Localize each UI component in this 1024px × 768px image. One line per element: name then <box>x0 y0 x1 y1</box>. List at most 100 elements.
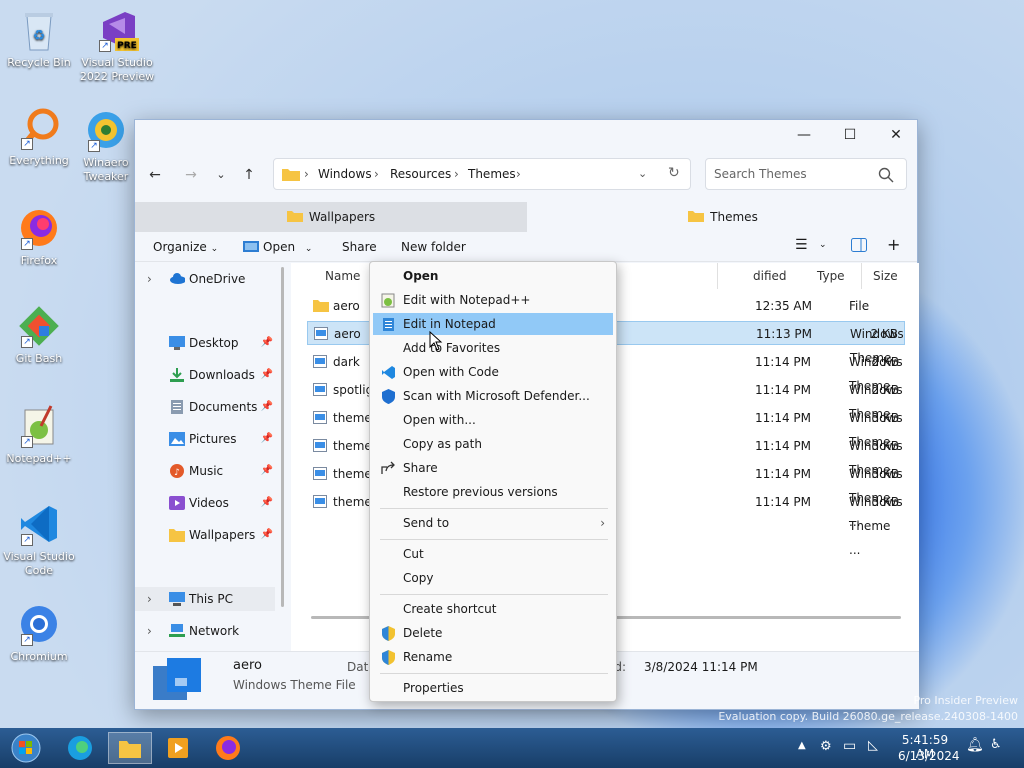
shortcut-arrow-icon: ↗ <box>88 140 100 152</box>
forward-button[interactable]: → <box>179 164 203 186</box>
menu-item-edit-with-notepad-plus-plus[interactable]: Edit with Notepad++ <box>373 289 613 311</box>
desktop-icon-visual-studio-code[interactable]: ↗ Visual Studio Code <box>0 502 78 578</box>
breadcrumb-separator-icon: › <box>374 167 379 181</box>
new-folder-button[interactable]: New folder <box>401 240 466 254</box>
clock-date[interactable]: 6/13/2024 <box>898 749 960 763</box>
tab-wallpapers[interactable]: Wallpapers <box>135 202 527 232</box>
maximize-button[interactable]: ☐ <box>827 124 873 146</box>
file-size: 3 KB <box>871 467 899 481</box>
chevron-right-icon[interactable]: › <box>147 587 152 611</box>
sidebar-item-pictures[interactable]: Pictures 📌 <box>135 427 275 451</box>
menu-item-label: Cut <box>403 547 424 561</box>
menu-item-copy[interactable]: Copy <box>373 567 613 589</box>
menu-item-edit-in-notepad[interactable]: Edit in Notepad <box>373 313 613 335</box>
share-button[interactable]: Share <box>342 240 377 254</box>
menu-item-cut[interactable]: Cut <box>373 543 613 565</box>
column-header-size[interactable]: Size <box>873 269 898 283</box>
sidebar-item-desktop[interactable]: Desktop 📌 <box>135 331 275 355</box>
add-icon[interactable]: + <box>887 235 900 254</box>
view-list-icon[interactable]: ☰ <box>795 237 808 253</box>
menu-item-scan-with-defender[interactable]: Scan with Microsoft Defender... <box>373 385 613 407</box>
settings-icon[interactable]: ⚙ <box>820 739 832 754</box>
back-button[interactable]: ← <box>143 164 167 186</box>
address-bar[interactable]: › Windows › Resources › Themes › ⌄ ↻ <box>273 158 691 190</box>
up-button[interactable]: ↑ <box>237 164 261 186</box>
organize-button[interactable]: Organize ⌄ <box>153 240 218 254</box>
menu-item-label: Open with... <box>403 413 476 427</box>
tab-bar: Wallpapers Themes <box>135 202 917 232</box>
taskbar-media-player[interactable] <box>158 732 198 764</box>
breadcrumb-resources[interactable]: Resources <box>390 167 451 181</box>
close-button[interactable]: ✕ <box>873 124 919 146</box>
open-button[interactable]: Open ⌄ <box>243 240 312 254</box>
desktop-icon-notepad-plus-plus[interactable]: ↗ Notepad++ <box>0 404 78 466</box>
desktop-icon-firefox[interactable]: ↗ Firefox <box>0 206 78 268</box>
menu-item-open[interactable]: Open <box>373 265 613 287</box>
menu-item-add-to-favorites[interactable]: Add to Favorites <box>373 337 613 359</box>
address-dropdown-icon[interactable]: ⌄ <box>638 167 647 180</box>
menu-item-delete[interactable]: Delete <box>373 622 613 644</box>
theme-file-icon <box>314 327 328 340</box>
breadcrumb-windows[interactable]: Windows <box>318 167 372 181</box>
sidebar-item-downloads[interactable]: Downloads 📌 <box>135 363 275 387</box>
menu-item-label: Delete <box>403 626 443 640</box>
file-modified: 11:13 PM <box>756 327 812 341</box>
menu-item-share[interactable]: Share <box>373 457 613 479</box>
nav-scrollbar[interactable] <box>281 267 284 607</box>
desktop-icon-recycle-bin[interactable]: ♻ Recycle Bin <box>0 8 78 70</box>
menu-item-open-with[interactable]: Open with... <box>373 409 613 431</box>
menu-item-create-shortcut[interactable]: Create shortcut <box>373 598 613 620</box>
notifications-bell-icon[interactable]: 🔔︎ <box>966 737 984 753</box>
tab-themes[interactable]: Themes <box>527 202 919 232</box>
accessibility-icon[interactable]: ♿︎ <box>990 737 1002 752</box>
sidebar-item-music[interactable]: ♪ Music 📌 <box>135 459 275 483</box>
menu-item-open-with-code[interactable]: Open with Code <box>373 361 613 383</box>
details-pane-icon[interactable] <box>851 238 867 255</box>
desktop-icon-chromium[interactable]: ↗ Chromium <box>0 602 78 664</box>
menu-item-copy-as-path[interactable]: Copy as path <box>373 433 613 455</box>
search-box[interactable]: Search Themes <box>705 158 907 190</box>
sidebar-item-videos[interactable]: Videos 📌 <box>135 491 275 515</box>
menu-item-send-to[interactable]: Send to › <box>373 512 613 534</box>
sidebar-item-network[interactable]: › Network <box>135 619 275 643</box>
theme-file-icon <box>313 411 327 424</box>
start-button[interactable] <box>6 732 46 764</box>
show-hidden-icons-icon[interactable]: ▲ <box>798 740 806 751</box>
menu-separator <box>380 594 608 595</box>
desktop-icon-visual-studio-2022[interactable]: PRE ↗ Visual Studio 2022 Preview <box>78 8 156 84</box>
taskbar: ▲ ⚙ ▭ ◺ 5:41:59 AM 6/13/2024 🔔︎ ♿︎ <box>0 728 1024 768</box>
chevron-down-icon[interactable]: ⌄ <box>819 240 827 250</box>
sidebar-item-label: Videos <box>189 496 229 510</box>
menu-item-rename[interactable]: Rename <box>373 646 613 668</box>
column-header-type[interactable]: Type <box>817 269 845 283</box>
column-header-date-modified[interactable]: dified <box>753 269 787 283</box>
sidebar-item-documents[interactable]: Documents 📌 <box>135 395 275 419</box>
network-status-icon[interactable]: ◺ <box>868 738 878 753</box>
menu-item-properties[interactable]: Properties <box>373 677 613 699</box>
desktop-icon-git-bash[interactable]: ↗ Git Bash <box>0 304 78 366</box>
desktop-icon-everything[interactable]: ↗ Everything <box>0 106 78 168</box>
chromium-icon: ↗ <box>17 602 61 646</box>
theme-file-icon <box>313 355 327 368</box>
recent-locations-button[interactable]: ⌄ <box>209 164 233 186</box>
desktop-icon-winaero-tweaker[interactable]: ↗ Winaero Tweaker <box>78 108 134 184</box>
arrow-up-icon: ↑ <box>243 167 255 183</box>
chevron-right-icon[interactable]: › <box>147 619 152 643</box>
chevron-right-icon[interactable]: › <box>147 267 152 291</box>
taskbar-edge[interactable] <box>60 732 100 764</box>
sidebar-item-this-pc[interactable]: › This PC <box>135 587 275 611</box>
taskbar-firefox[interactable] <box>208 732 248 764</box>
column-header-name[interactable]: Name <box>325 269 360 283</box>
maximize-icon: ☐ <box>843 127 857 143</box>
watermark-build: Evaluation copy. Build 26080.ge_release.… <box>718 710 1018 723</box>
chevron-down-icon: ⌄ <box>210 244 219 254</box>
menu-item-restore-previous-versions[interactable]: Restore previous versions <box>373 481 613 503</box>
breadcrumb-themes[interactable]: Themes <box>468 167 516 181</box>
refresh-icon[interactable]: ↻ <box>668 165 680 181</box>
taskbar-file-explorer[interactable] <box>108 732 152 764</box>
minimize-button[interactable]: — <box>781 124 827 146</box>
search-input[interactable]: Search Themes <box>714 167 807 181</box>
sidebar-item-onedrive[interactable]: › OneDrive <box>135 267 275 291</box>
sidebar-item-wallpapers[interactable]: Wallpapers 📌 <box>135 523 275 547</box>
display-icon[interactable]: ▭ <box>843 738 856 754</box>
